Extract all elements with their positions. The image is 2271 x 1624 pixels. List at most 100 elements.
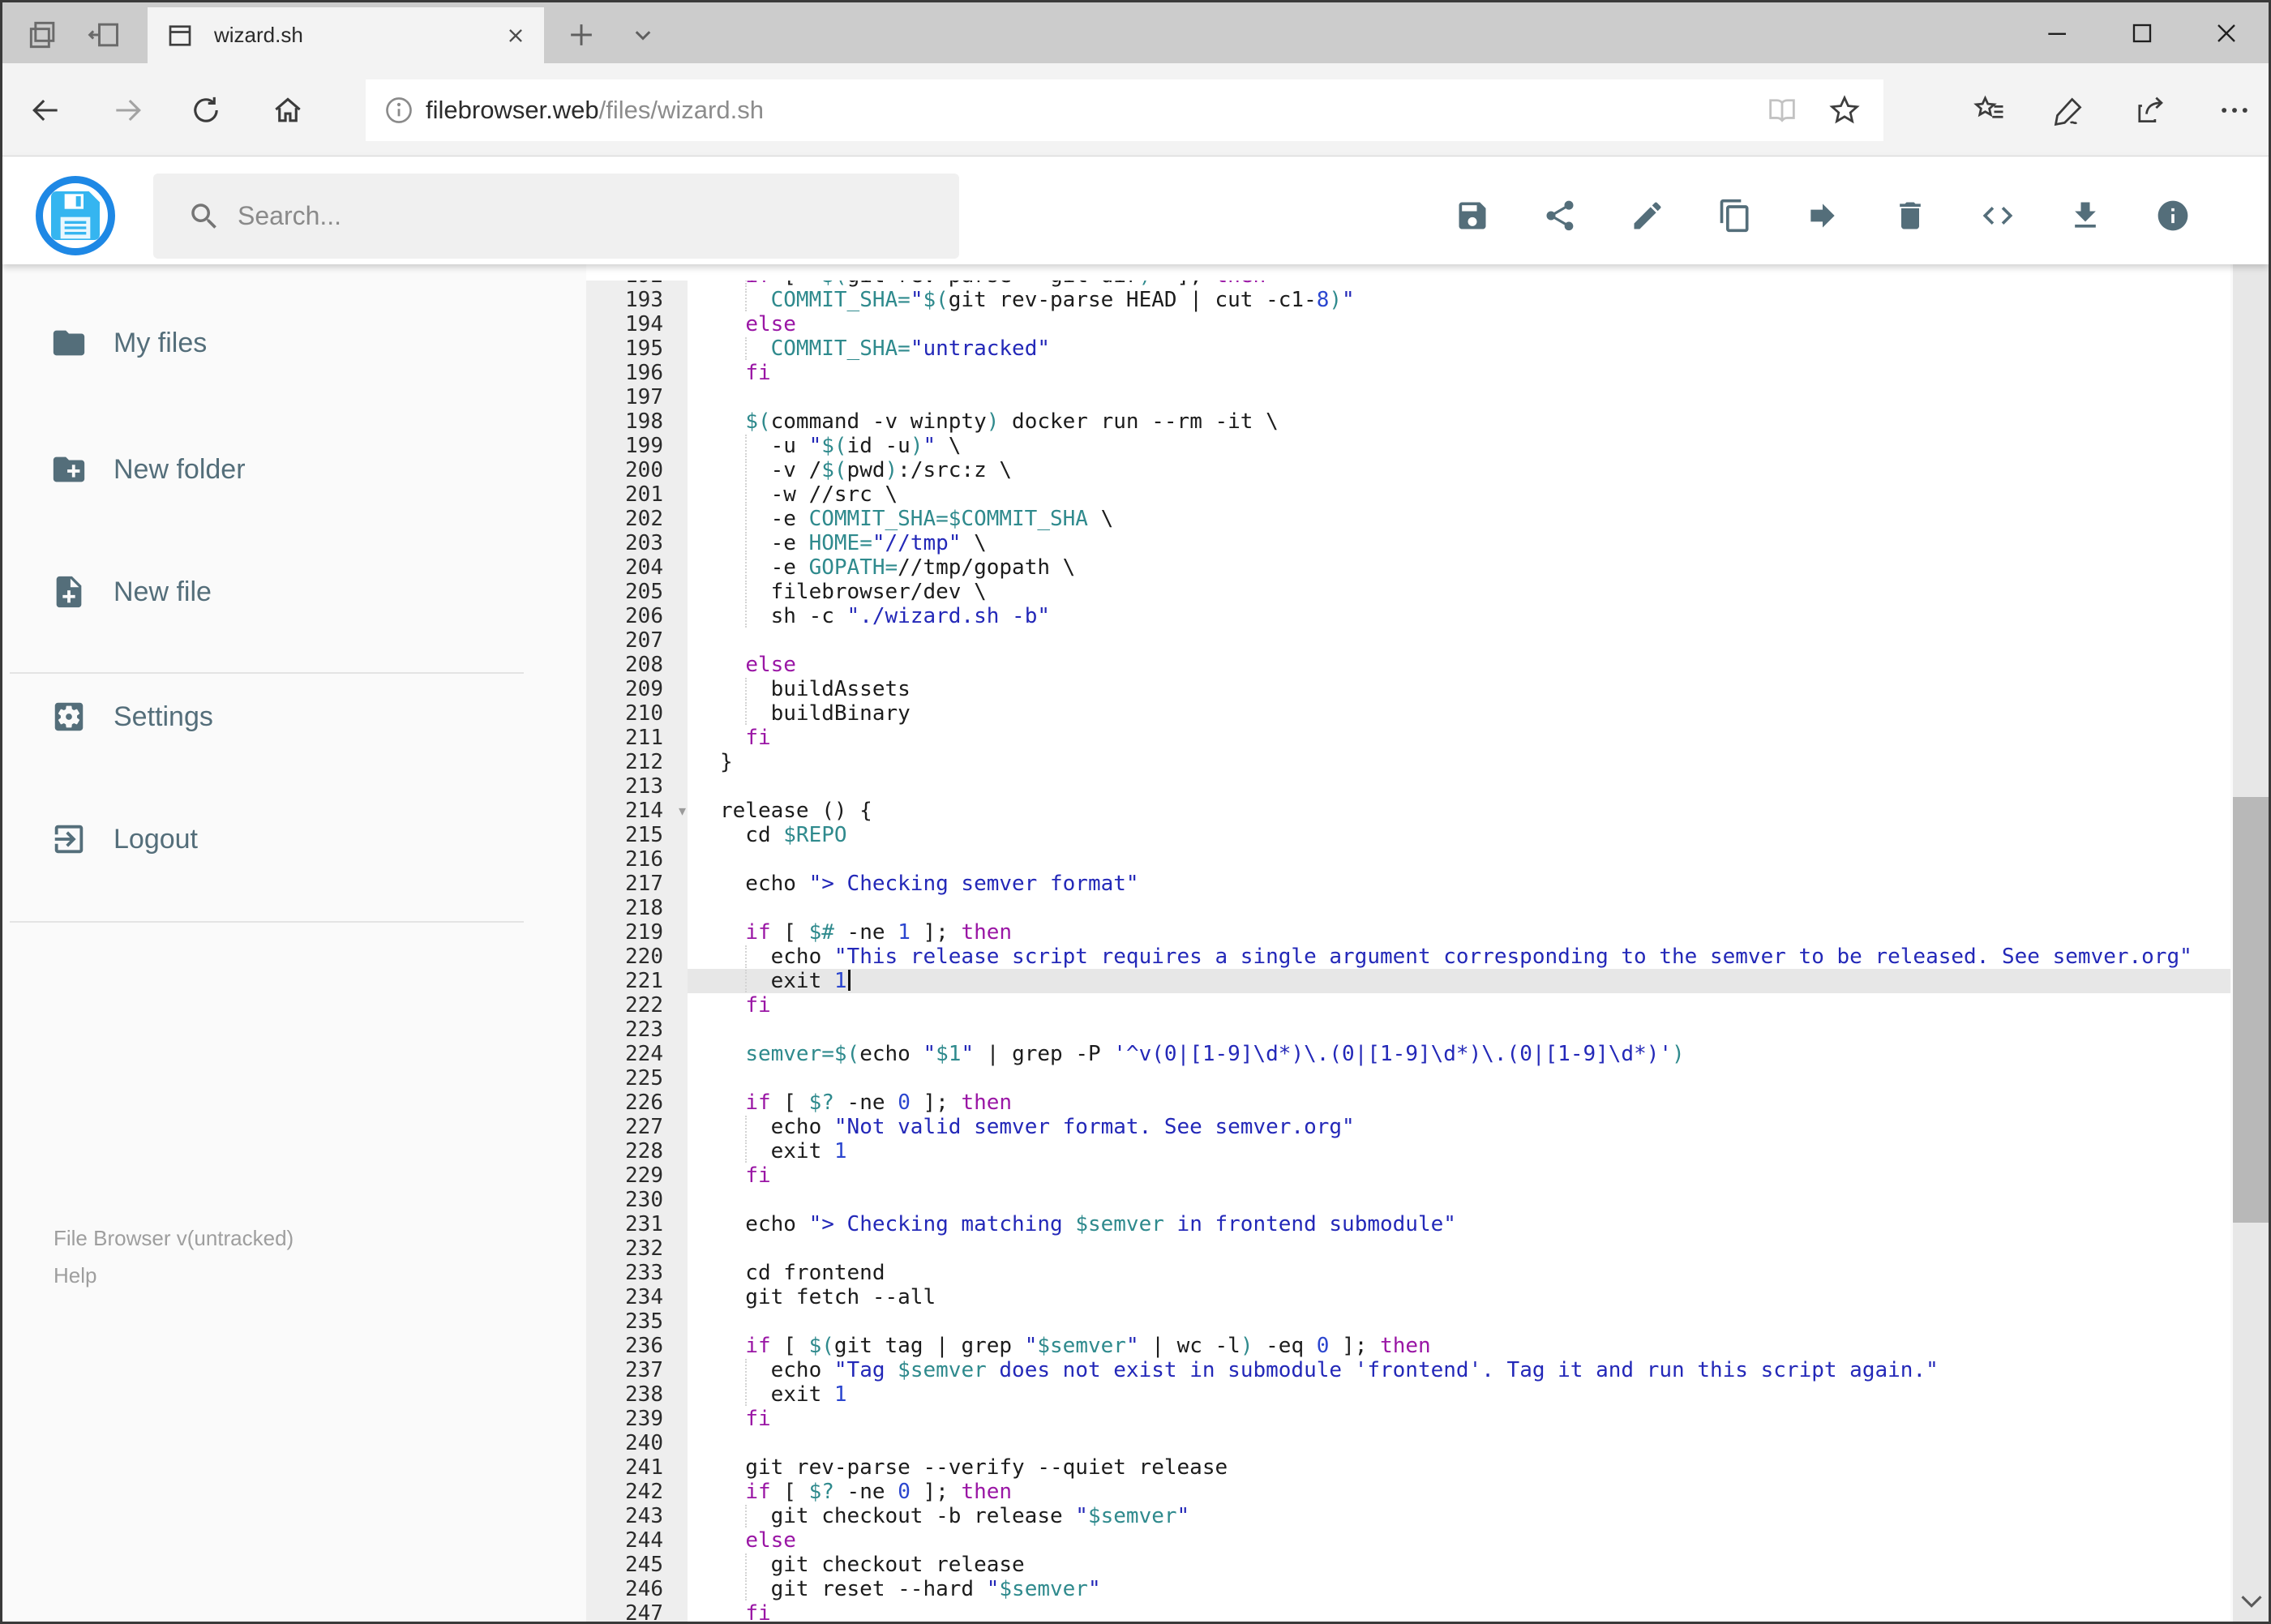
code-line-text[interactable]: exit 1 bbox=[688, 969, 2230, 993]
save-button[interactable] bbox=[1455, 198, 1490, 234]
rename-button[interactable] bbox=[1630, 198, 1665, 234]
code-line-text[interactable]: fi bbox=[688, 1163, 2230, 1188]
search-bar[interactable] bbox=[153, 174, 959, 259]
reading-view-icon[interactable] bbox=[1765, 93, 1799, 127]
code-line-text[interactable] bbox=[688, 628, 2230, 653]
raw-button[interactable] bbox=[1980, 198, 2016, 234]
code-line-text[interactable]: buildBinary bbox=[688, 701, 2230, 726]
code-line-text[interactable]: sh -c "./wizard.sh -b" bbox=[688, 604, 2230, 628]
code-line-text[interactable]: -u "$(id -u)" \ bbox=[688, 434, 2230, 458]
forward-button[interactable] bbox=[110, 92, 146, 128]
code-line-text[interactable]: } bbox=[688, 750, 2230, 774]
code-line-text[interactable]: echo "Not valid semver format. See semve… bbox=[688, 1115, 2230, 1139]
code-line-text[interactable]: if [ $? -ne 0 ]; then bbox=[688, 1091, 2230, 1115]
code-line-text[interactable]: echo "> Checking semver format" bbox=[688, 872, 2230, 896]
code-line-text[interactable] bbox=[688, 385, 2230, 409]
web-note-pen-icon[interactable] bbox=[2051, 92, 2087, 128]
download-button[interactable] bbox=[2067, 198, 2103, 234]
sidebar-item-new-file[interactable]: New file bbox=[2, 555, 570, 629]
code-line-text[interactable]: fi bbox=[688, 1407, 2230, 1431]
code-line-text[interactable]: echo "> Checking matching $semver in fro… bbox=[688, 1212, 2230, 1236]
code-line-text[interactable]: COMMIT_SHA="$(git rev-parse HEAD | cut -… bbox=[688, 288, 2230, 312]
code-line-text[interactable] bbox=[688, 1309, 2230, 1334]
code-line-text[interactable]: fi bbox=[688, 361, 2230, 385]
code-line-text[interactable]: fi bbox=[688, 1601, 2230, 1622]
tabs-you-set-aside-icon[interactable] bbox=[25, 17, 61, 53]
scrollbar-thumb[interactable] bbox=[2233, 797, 2269, 1223]
url-field[interactable]: filebrowser.web/files/wizard.sh bbox=[366, 79, 1883, 141]
code-line-text[interactable]: git fetch --all bbox=[688, 1285, 2230, 1309]
code-line-text[interactable] bbox=[688, 1236, 2230, 1261]
code-line-text[interactable]: semver=$(echo "$1" | grep -P '^v(0|[1-9]… bbox=[688, 1042, 2230, 1066]
code-line-text[interactable] bbox=[688, 847, 2230, 872]
code-line-text[interactable]: -e GOPATH=//tmp/gopath \ bbox=[688, 555, 2230, 580]
help-link[interactable]: Help bbox=[54, 1257, 294, 1294]
code-line-text[interactable] bbox=[688, 896, 2230, 920]
code-line-text[interactable]: if [ "$(git rev-parse --git-dir)" ]; the… bbox=[688, 281, 2230, 288]
code-line-text[interactable]: fi bbox=[688, 726, 2230, 750]
sidebar-item-logout[interactable]: Logout bbox=[2, 802, 570, 876]
code-line-text[interactable]: buildAssets bbox=[688, 677, 2230, 701]
code-line-text[interactable]: release () { bbox=[688, 799, 2230, 823]
code-line-text[interactable]: COMMIT_SHA="untracked" bbox=[688, 336, 2230, 361]
refresh-button[interactable] bbox=[188, 92, 224, 128]
code-line-text[interactable]: -v /$(pwd):/src:z \ bbox=[688, 458, 2230, 482]
browser-tab[interactable]: wizard.sh bbox=[148, 7, 544, 63]
back-button[interactable] bbox=[28, 92, 63, 128]
code-line-text[interactable]: fi bbox=[688, 993, 2230, 1018]
more-options-icon[interactable] bbox=[2217, 92, 2252, 128]
set-tabs-aside-icon[interactable] bbox=[86, 17, 122, 53]
favorite-star-icon[interactable] bbox=[1827, 92, 1862, 128]
minimize-button[interactable] bbox=[2016, 2, 2100, 63]
code-line-text[interactable]: -e HOME="//tmp" \ bbox=[688, 531, 2230, 555]
code-line-text[interactable]: else bbox=[688, 312, 2230, 336]
tab-close-icon[interactable] bbox=[502, 22, 529, 49]
app-logo[interactable] bbox=[36, 176, 115, 255]
copy-button[interactable] bbox=[1717, 198, 1753, 234]
code-line-text[interactable]: else bbox=[688, 1528, 2230, 1553]
code-line-text[interactable]: exit 1 bbox=[688, 1382, 2230, 1407]
code-line-text[interactable]: git checkout release bbox=[688, 1553, 2230, 1577]
sidebar-item-settings[interactable]: Settings bbox=[2, 679, 570, 754]
tab-preview-chevron-icon[interactable] bbox=[625, 17, 661, 53]
new-tab-button[interactable] bbox=[563, 17, 599, 53]
code-line-text[interactable]: if [ $# -ne 1 ]; then bbox=[688, 920, 2230, 945]
code-line-text[interactable]: echo "This release script requires a sin… bbox=[688, 945, 2230, 969]
delete-button[interactable] bbox=[1892, 198, 1928, 234]
share-button[interactable] bbox=[1542, 198, 1578, 234]
code-line-text[interactable]: exit 1 bbox=[688, 1139, 2230, 1163]
maximize-button[interactable] bbox=[2100, 2, 2184, 63]
code-line-text[interactable]: git reset --hard "$semver" bbox=[688, 1577, 2230, 1601]
code-line-text[interactable]: if [ $? -ne 0 ]; then bbox=[688, 1480, 2230, 1504]
share-page-icon[interactable] bbox=[2132, 92, 2168, 128]
sidebar-item-my-files[interactable]: My files bbox=[2, 306, 570, 380]
code-line-text[interactable]: cd frontend bbox=[688, 1261, 2230, 1285]
code-editor[interactable]: 192 if [ "$(git rev-parse --git-dir)" ];… bbox=[586, 281, 2230, 1622]
code-line-text[interactable] bbox=[688, 1431, 2230, 1455]
move-button[interactable] bbox=[1805, 198, 1840, 234]
fold-marker-icon[interactable]: ▾ bbox=[679, 799, 686, 823]
page-info-icon[interactable] bbox=[382, 93, 416, 127]
code-line-text[interactable]: git checkout -b release "$semver" bbox=[688, 1504, 2230, 1528]
home-button[interactable] bbox=[270, 92, 306, 128]
code-line-text[interactable]: -w //src \ bbox=[688, 482, 2230, 507]
page-scrollbar[interactable] bbox=[2233, 156, 2269, 1622]
code-line-text[interactable]: cd $REPO bbox=[688, 823, 2230, 847]
code-line-text[interactable] bbox=[688, 774, 2230, 799]
info-button[interactable] bbox=[2155, 198, 2191, 234]
code-line-text[interactable]: git rev-parse --verify --quiet release bbox=[688, 1455, 2230, 1480]
sidebar-item-new-folder[interactable]: New folder bbox=[2, 432, 570, 507]
code-line-text[interactable] bbox=[688, 1188, 2230, 1212]
hub-favorites-icon[interactable] bbox=[1972, 92, 2007, 128]
code-line-text[interactable]: filebrowser/dev \ bbox=[688, 580, 2230, 604]
code-line-text[interactable]: $(command -v winpty) docker run --rm -it… bbox=[688, 409, 2230, 434]
close-window-button[interactable] bbox=[2184, 2, 2269, 63]
code-line-text[interactable]: else bbox=[688, 653, 2230, 677]
scroll-down-icon[interactable] bbox=[2233, 1585, 2269, 1618]
code-line-text[interactable] bbox=[688, 1018, 2230, 1042]
search-input[interactable] bbox=[236, 200, 959, 232]
code-line-text[interactable]: echo "Tag $semver does not exist in subm… bbox=[688, 1358, 2230, 1382]
code-line-text[interactable]: if [ $(git tag | grep "$semver" | wc -l)… bbox=[688, 1334, 2230, 1358]
code-line-text[interactable]: -e COMMIT_SHA=$COMMIT_SHA \ bbox=[688, 507, 2230, 531]
code-line-text[interactable] bbox=[688, 1066, 2230, 1091]
